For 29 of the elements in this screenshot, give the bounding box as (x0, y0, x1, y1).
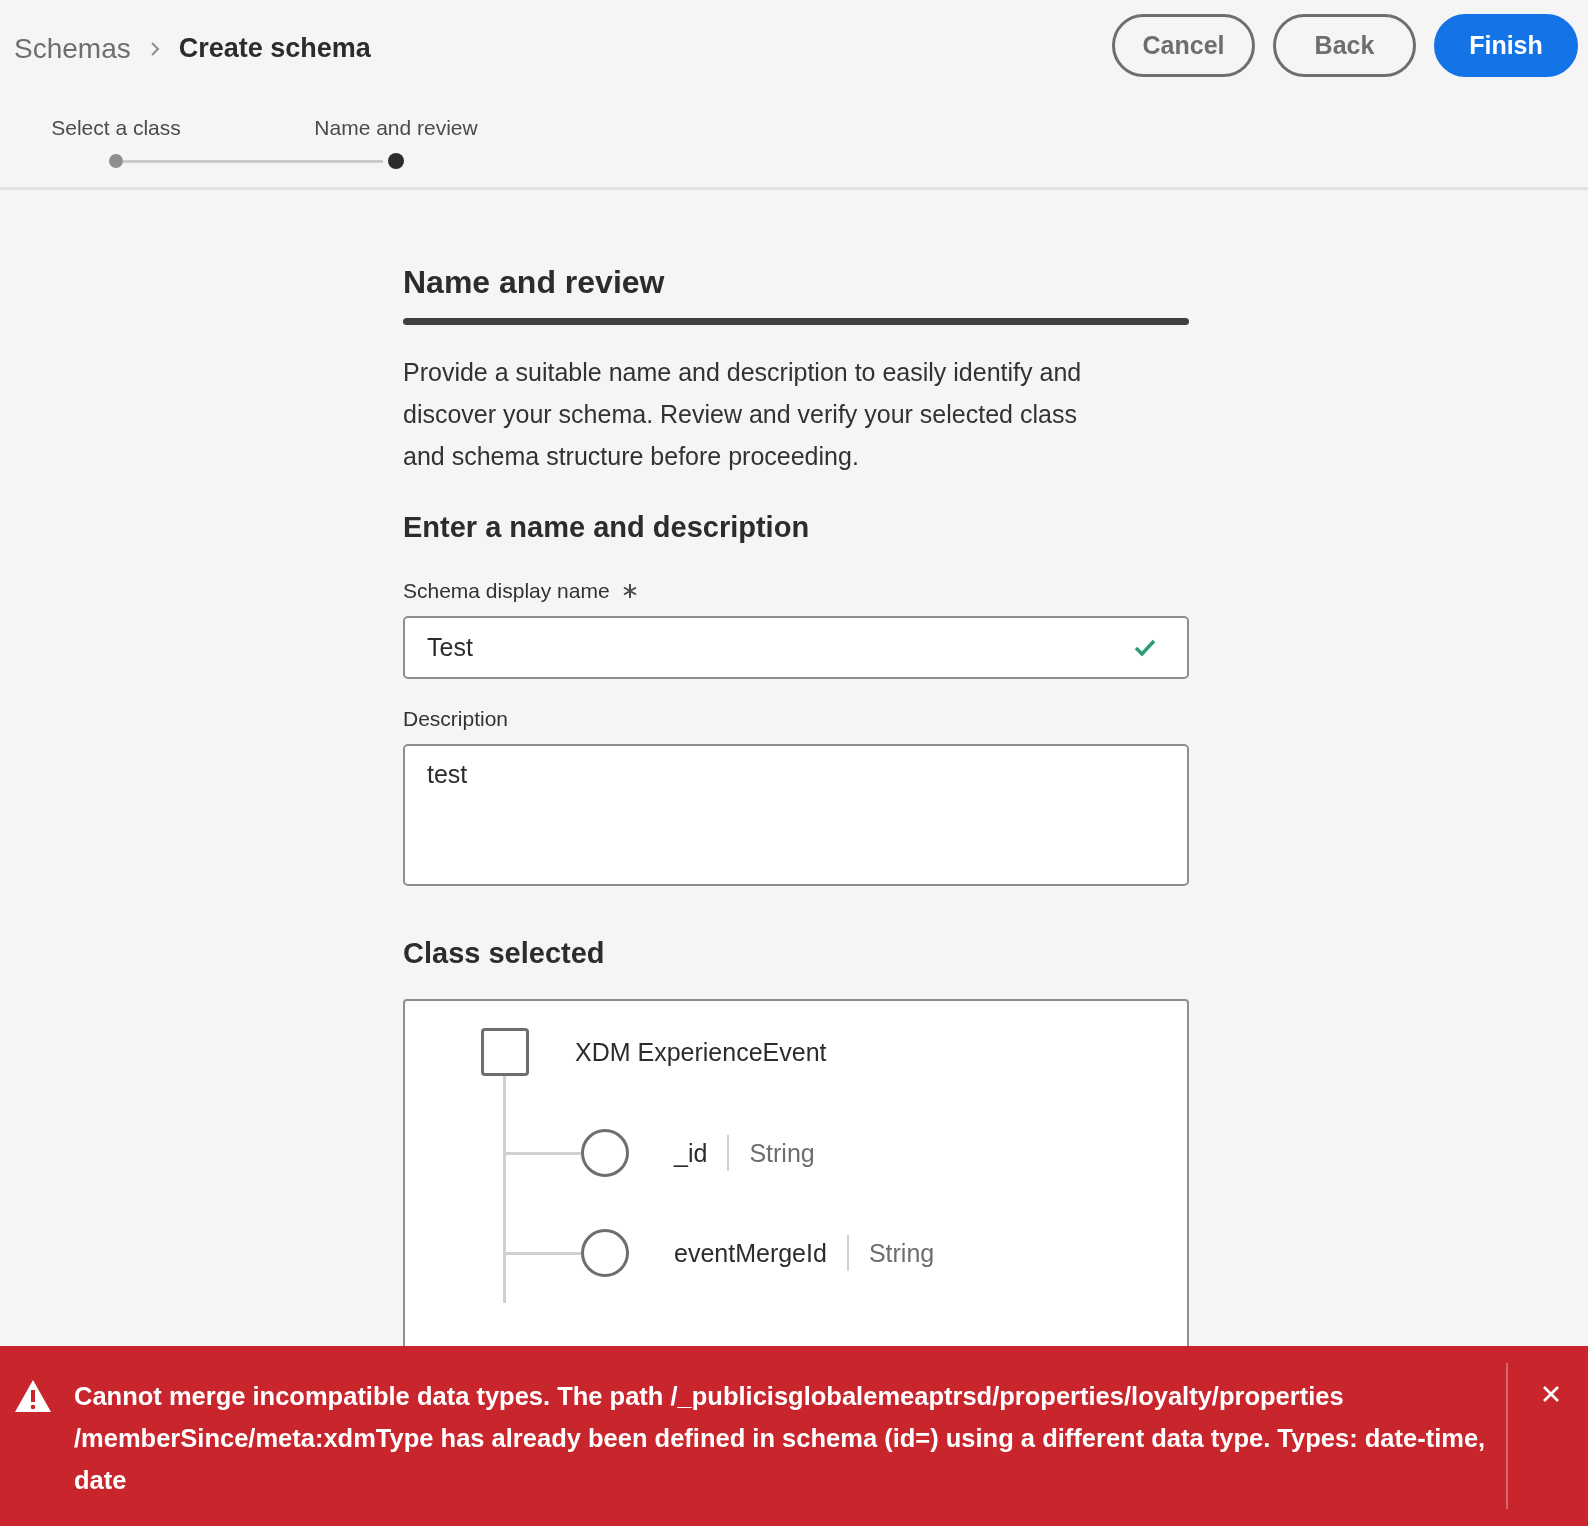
breadcrumb-link[interactable]: Schemas (14, 32, 131, 65)
field-label: Description (403, 706, 509, 732)
toast-message: Cannot merge incompatible data types. The path /_publicisglobalemeaptrsd/properties/loyalty/properties /memberSince/meta:xdmType has already been defined in schema (id=) using a different data type. Types: date-time, date (74, 1381, 1487, 1496)
field-name: _id (674, 1138, 708, 1168)
step-label[interactable]: Name and review (314, 116, 478, 140)
textarea-field[interactable]: test (403, 744, 1189, 886)
section-subtitle: Enter a name and description (403, 510, 811, 545)
field-name: eventMergeId (674, 1238, 827, 1268)
action-button[interactable]: Cancel (1112, 14, 1255, 77)
field-type: String (868, 1238, 935, 1268)
tree-checkbox[interactable] (481, 1028, 529, 1076)
page-title: Create schema (178, 33, 371, 64)
chevron-right-icon (148, 39, 161, 58)
step-label[interactable]: Select a class (51, 116, 181, 140)
field-type: String (749, 1138, 815, 1168)
tree-node-radio[interactable] (581, 1229, 629, 1277)
input-field[interactable]: Test (403, 616, 1189, 679)
close-icon (1542, 1385, 1560, 1403)
section-subtitle: Class selected (403, 936, 606, 971)
step-dot[interactable] (388, 153, 404, 169)
class-name: XDM ExperienceEvent (575, 1037, 827, 1067)
action-button[interactable]: Back (1273, 14, 1416, 77)
field-label: Schema display name (403, 578, 610, 604)
section-title: Name and review (403, 263, 666, 302)
warning-icon (14, 1379, 52, 1413)
action-button[interactable]: Finish (1434, 14, 1578, 77)
step-dot[interactable] (109, 154, 123, 168)
intro-text: Provide a suitable name and description to easily identify and discover your schema. Review and verify your selected class and schema structure before proceeding. (403, 357, 1083, 472)
tree-node-radio[interactable] (581, 1129, 629, 1177)
